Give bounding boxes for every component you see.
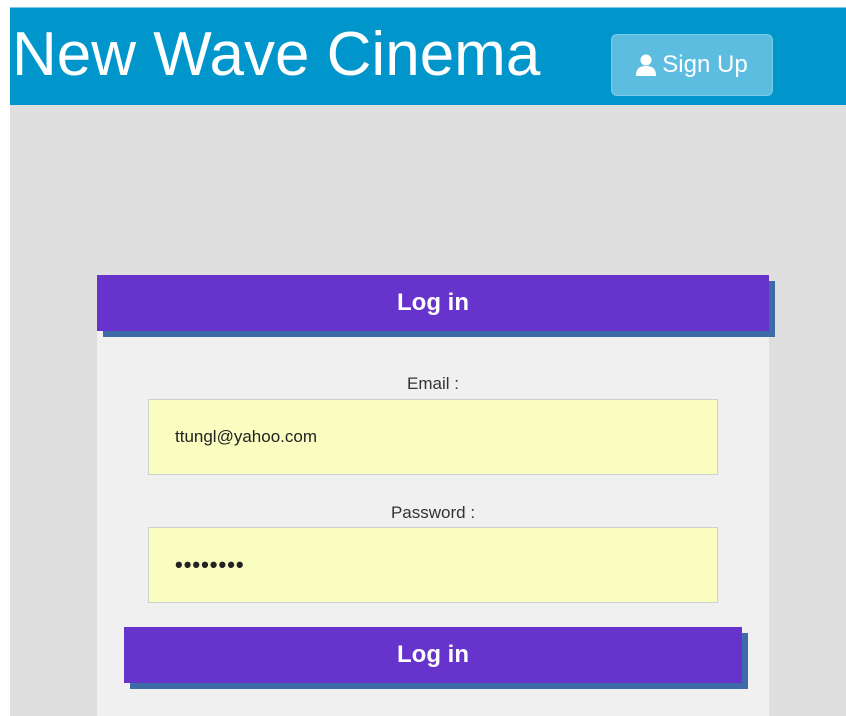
email-field[interactable]: ttungl@yahoo.com	[148, 399, 718, 475]
password-field[interactable]: ••••••••	[148, 527, 718, 603]
sign-up-label: Sign Up	[662, 51, 748, 78]
site-header: New Wave Cinema Sign Up	[10, 7, 846, 105]
user-icon	[636, 54, 657, 76]
email-label: Email :	[407, 374, 459, 393]
top-strip	[10, 0, 846, 7]
site-title: New Wave Cinema	[12, 20, 541, 89]
email-value: ttungl@yahoo.com	[175, 427, 318, 446]
sign-up-button[interactable]: Sign Up	[611, 34, 773, 96]
login-button[interactable]: Log in	[124, 627, 742, 683]
main-content: Log in Email : ttungl@yahoo.com Password…	[10, 105, 846, 716]
login-card: Log in Email : ttungl@yahoo.com Password…	[97, 275, 769, 716]
login-card-title: Log in	[97, 275, 769, 331]
password-value: ••••••••	[175, 552, 245, 577]
password-label: Password :	[390, 503, 476, 522]
